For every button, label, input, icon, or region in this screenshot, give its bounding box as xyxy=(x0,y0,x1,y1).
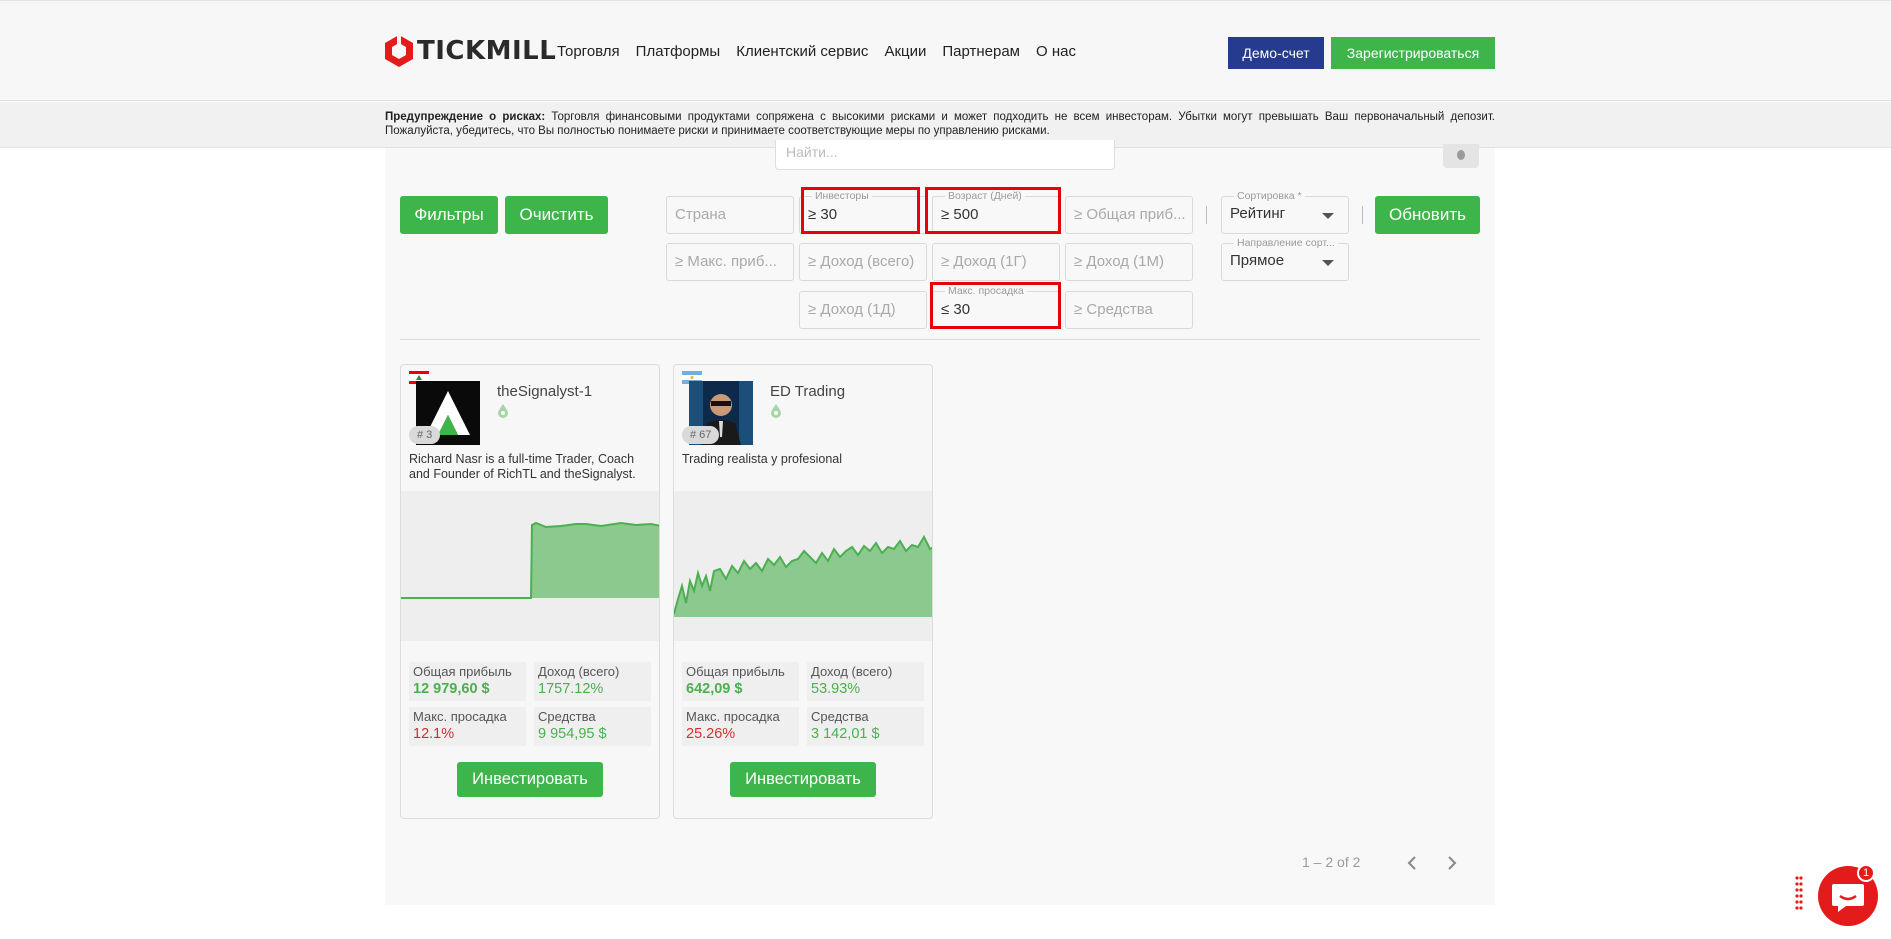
equity-chart-svg xyxy=(401,521,659,599)
drop-icon xyxy=(771,404,781,418)
pagination-range: 1 – 2 of 2 xyxy=(1302,854,1361,870)
risk-warning-text: Предупреждение о рисках: Торговля финанс… xyxy=(385,110,1495,138)
sort-direction-value: Прямое xyxy=(1230,252,1285,269)
stat-label: Средства xyxy=(538,709,596,724)
max-drawdown-highlight xyxy=(930,282,1061,329)
dot-icon xyxy=(1457,150,1465,160)
investors-highlight xyxy=(801,187,920,234)
age-highlight xyxy=(925,187,1061,234)
sort-direction-label: Направление сорт... xyxy=(1234,237,1338,249)
drop-icon xyxy=(498,404,508,418)
income-total-stat: Доход (всего) 53.93% xyxy=(807,662,924,701)
max-profit-placeholder: ≥ Макс. приб... xyxy=(675,253,777,270)
nav-partners[interactable]: Партнерам xyxy=(942,43,1020,60)
trader-name[interactable]: theSignalyst-1 xyxy=(497,383,592,400)
country-field[interactable]: Страна xyxy=(666,196,794,234)
income-1y-field[interactable]: ≥ Доход (1Г) xyxy=(932,243,1060,281)
stat-label: Средства xyxy=(811,709,869,724)
chevron-left-icon[interactable] xyxy=(1402,853,1422,873)
search-input[interactable]: Найти... xyxy=(775,140,1115,170)
strategy-card[interactable]: # 3 theSignalyst-1 Richard Nasr is a ful… xyxy=(400,364,660,819)
nav-client-service[interactable]: Клиентский сервис xyxy=(736,43,868,60)
stat-value: 12 979,60 $ xyxy=(413,681,490,697)
chat-notification-badge: 1 xyxy=(1857,864,1875,882)
drag-handle-icon[interactable] xyxy=(1795,876,1803,910)
stat-label: Общая прибыль xyxy=(413,664,512,679)
total-profit-stat: Общая прибыль 12 979,60 $ xyxy=(409,662,526,701)
sort-label: Сортировка * xyxy=(1234,190,1305,202)
nav-platforms[interactable]: Платформы xyxy=(636,43,721,60)
stat-value: 3 142,01 $ xyxy=(811,726,880,742)
funds-stat: Средства 9 954,95 $ xyxy=(534,707,651,746)
stat-value: 12.1% xyxy=(413,726,455,742)
sort-direction-select[interactable]: Направление сорт... Прямое xyxy=(1221,237,1349,281)
income-1d-field[interactable]: ≥ Доход (1Д) xyxy=(799,291,927,329)
equity-chart-svg xyxy=(674,534,932,617)
strategy-card[interactable]: # 67 ED Trading Trading realista y profe… xyxy=(673,364,933,819)
update-button[interactable]: Обновить xyxy=(1375,196,1480,234)
rank-badge: # 67 xyxy=(682,426,720,444)
country-placeholder: Страна xyxy=(675,206,727,223)
search-placeholder: Найти... xyxy=(786,144,838,160)
demo-account-button[interactable]: Демо-счет xyxy=(1228,37,1324,69)
equity-chart xyxy=(674,491,932,641)
stat-label: Общая прибыль xyxy=(686,664,785,679)
max-drawdown-stat: Макс. просадка 25.26% xyxy=(682,707,799,746)
site-header: TICKMILL Торговля Платформы Клиентский с… xyxy=(0,0,1891,101)
stat-value: 9 954,95 $ xyxy=(538,726,607,742)
main-nav: Торговля Платформы Клиентский сервис Акц… xyxy=(557,43,1092,60)
nav-promotions[interactable]: Акции xyxy=(884,43,926,60)
settings-toggle-button[interactable] xyxy=(1443,144,1479,168)
funds-placeholder: ≥ Средства xyxy=(1074,301,1153,318)
risk-warning-title: Предупреждение о рисках: xyxy=(385,111,546,123)
rank-badge: # 3 xyxy=(409,426,441,444)
stat-label: Макс. просадка xyxy=(686,709,780,724)
income-1y-placeholder: ≥ Доход (1Г) xyxy=(941,253,1027,270)
tickmill-logo[interactable]: TICKMILL xyxy=(385,35,556,67)
sort-select[interactable]: Сортировка * Рейтинг xyxy=(1221,190,1349,234)
stat-label: Доход (всего) xyxy=(811,664,893,679)
copy-trading-panel: Найти... Фильтры Очистить Страна Инвесто… xyxy=(385,140,1495,905)
trader-description: Trading realista y profesional xyxy=(682,452,843,466)
sort-value: Рейтинг xyxy=(1230,205,1286,222)
income-total-placeholder: ≥ Доход (всего) xyxy=(808,253,915,270)
clear-button[interactable]: Очистить xyxy=(505,196,608,234)
stat-value: 53.93% xyxy=(811,681,861,697)
caret-down-icon xyxy=(1322,260,1334,266)
income-1d-placeholder: ≥ Доход (1Д) xyxy=(808,301,896,318)
income-1m-field[interactable]: ≥ Доход (1М) xyxy=(1065,243,1193,281)
total-profit-placeholder: ≥ Общая приб... xyxy=(1074,206,1186,223)
caret-down-icon xyxy=(1322,213,1334,219)
filters-button[interactable]: Фильтры xyxy=(400,196,498,234)
tickmill-logo-icon xyxy=(385,35,413,67)
stat-label: Макс. просадка xyxy=(413,709,507,724)
total-profit-field[interactable]: ≥ Общая приб... xyxy=(1065,196,1193,234)
filters-divider xyxy=(400,339,1480,340)
max-profit-field[interactable]: ≥ Макс. приб... xyxy=(666,243,794,281)
invest-button[interactable]: Инвестировать xyxy=(457,762,603,797)
income-total-field[interactable]: ≥ Доход (всего) xyxy=(799,243,927,281)
invest-button[interactable]: Инвестировать xyxy=(730,762,876,797)
funds-field[interactable]: ≥ Средства xyxy=(1065,291,1193,329)
nav-about[interactable]: О нас xyxy=(1036,43,1076,60)
nav-trading[interactable]: Торговля xyxy=(557,43,620,60)
stat-value: 1757.12% xyxy=(538,681,604,697)
income-total-stat: Доход (всего) 1757.12% xyxy=(534,662,651,701)
register-button[interactable]: Зарегистрироваться xyxy=(1331,37,1495,69)
divider xyxy=(1206,206,1207,224)
funds-stat: Средства 3 142,01 $ xyxy=(807,707,924,746)
total-profit-stat: Общая прибыль 642,09 $ xyxy=(682,662,799,701)
risk-warning-body: Торговля финансовыми продуктами сопряжен… xyxy=(385,111,1496,137)
stat-value: 642,09 $ xyxy=(686,681,743,697)
income-1m-placeholder: ≥ Доход (1М) xyxy=(1074,253,1164,270)
trader-description: Richard Nasr is a full-time Trader, Coac… xyxy=(409,452,636,481)
logo-text: TICKMILL xyxy=(417,36,557,66)
equity-chart xyxy=(401,491,659,641)
divider xyxy=(1362,206,1363,224)
stat-value: 25.26% xyxy=(686,726,736,742)
chevron-right-icon[interactable] xyxy=(1442,853,1462,873)
stat-label: Доход (всего) xyxy=(538,664,620,679)
max-drawdown-stat: Макс. просадка 12.1% xyxy=(409,707,526,746)
trader-name[interactable]: ED Trading xyxy=(770,383,845,400)
